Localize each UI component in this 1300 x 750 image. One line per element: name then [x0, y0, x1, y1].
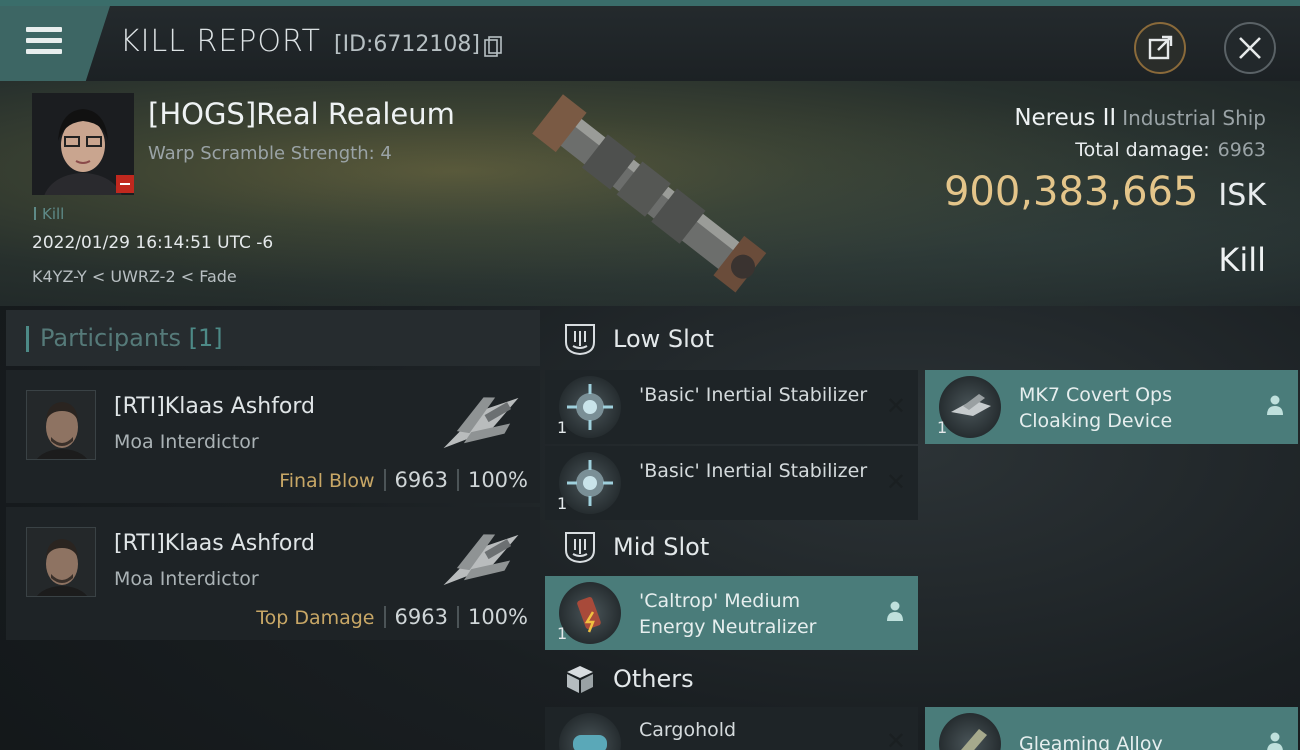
module-name: MK7 Covert Ops Cloaking Device — [1019, 384, 1173, 432]
destroyed-icon: ✕ — [885, 468, 906, 496]
kill-result: Kill — [1218, 241, 1266, 279]
final-blow-label: Final Blow — [279, 470, 375, 492]
header-bar: KILL REPORT [ID:6712108] — [0, 6, 1300, 81]
module-name: 'Basic' Inertial Stabilizer — [639, 460, 868, 482]
energy-neutralizer-icon — [559, 582, 621, 644]
dropped-person-icon — [1267, 732, 1283, 750]
isk-amount: 900,383,665 — [943, 169, 1199, 215]
close-button[interactable] — [1224, 22, 1276, 74]
participant-stats: Final Blow 6963 100% — [279, 468, 528, 492]
cargo-box-icon — [567, 666, 593, 693]
divider — [456, 606, 459, 628]
low-slot-title: Low Slot — [613, 325, 714, 353]
header-accent-bar — [26, 326, 29, 352]
menu-icon-line — [26, 38, 62, 43]
killmail-badge-icon — [116, 175, 134, 193]
participant-stats: Top Damage 6963 100% — [256, 605, 528, 629]
ship-name: Nereus II — [1014, 105, 1117, 131]
participant-ship: Moa Interdictor — [114, 431, 259, 453]
share-button[interactable] — [1134, 22, 1186, 74]
participant-card[interactable]: [RTI]Klaas Ashford Moa Interdictor Final… — [6, 370, 540, 503]
participant-ship: Moa Interdictor — [114, 568, 259, 590]
menu-button[interactable] — [0, 6, 110, 81]
inertial-stabilizer-icon — [559, 376, 621, 438]
victim-ship-image — [532, 94, 767, 293]
total-damage: Total damage: 6963 — [1075, 139, 1266, 161]
page-title: KILL REPORT — [120, 24, 321, 59]
module-item[interactable]: 1 MK7 Covert Ops Cloaking Device — [925, 370, 1298, 444]
isk-value: 900,383,665 ISK — [944, 169, 1266, 215]
participant-damage: 6963 — [394, 468, 448, 492]
cloaking-device-icon — [939, 376, 1001, 438]
inertial-stabilizer-icon — [559, 452, 621, 514]
participant-card[interactable]: [RTI]Klaas Ashford Moa Interdictor Top D… — [6, 507, 540, 640]
divider — [456, 469, 459, 491]
destroyed-icon: ✕ — [885, 392, 906, 420]
module-item[interactable]: Gleaming Alloy — [925, 707, 1298, 750]
isk-unit: ISK — [1218, 178, 1266, 213]
mid-slot-title: Mid Slot — [613, 533, 710, 561]
module-name: Cargohold — [639, 719, 737, 741]
participant-name: [RTI]Klaas Ashford — [114, 531, 316, 556]
participants-header[interactable]: Participants [1] — [6, 310, 540, 366]
fitting-panel: Low Slot 1 'Basic' Inertial Stabilizer ✕… — [545, 310, 1300, 750]
external-link-icon — [1148, 35, 1173, 60]
menu-icon — [26, 27, 62, 32]
participant-avatar — [26, 390, 96, 460]
dropped-person-icon — [1267, 395, 1283, 415]
menu-icon-line — [26, 49, 62, 54]
total-damage-value: 6963 — [1217, 139, 1266, 161]
total-damage-label: Total damage: — [1075, 139, 1210, 161]
module-name: 'Caltrop' Medium Energy Neutralizer — [639, 590, 817, 638]
others-title: Others — [613, 665, 694, 693]
participant-ship-image — [443, 397, 519, 449]
participant-avatar — [26, 527, 96, 597]
participant-damage: 6963 — [394, 605, 448, 629]
kill-id: [ID:6712108] — [334, 32, 480, 57]
module-quantity: 1 — [557, 418, 568, 437]
close-icon — [1239, 37, 1261, 59]
divider — [383, 469, 386, 491]
ship-class: Industrial Ship — [1122, 106, 1266, 130]
kill-location[interactable]: K4YZ-Y < UWRZ-2 < Fade — [32, 267, 237, 286]
kill-type-tag: Kill — [34, 205, 64, 223]
module-item[interactable]: 1 'Basic' Inertial Stabilizer ✕ — [545, 370, 918, 444]
participants-title: Participants [1] — [40, 324, 223, 352]
mid-slot-header: Mid Slot — [545, 518, 1300, 576]
mid-slot-icon — [565, 532, 595, 564]
low-slot-icon — [565, 324, 595, 356]
gleaming-alloy-icon — [939, 713, 1001, 750]
module-quantity: 1 — [937, 418, 948, 437]
participant-name: [RTI]Klaas Ashford — [114, 394, 316, 419]
destroyed-icon: ✕ — [885, 727, 906, 750]
participant-ship-image — [443, 534, 519, 586]
kill-datetime: 2022/01/29 16:14:51 UTC -6 — [32, 233, 274, 253]
participants-label: Participants — [40, 324, 181, 352]
victim-name[interactable]: [HOGS]Real Realeum — [148, 97, 455, 131]
participant-percent: 100% — [467, 468, 528, 492]
module-quantity: 1 — [557, 624, 568, 643]
module-name: Gleaming Alloy — [1019, 733, 1163, 750]
participants-panel: Participants [1] [RTI]Klaas Ashford Moa … — [6, 310, 540, 750]
top-damage-label: Top Damage — [256, 607, 375, 629]
cargohold-icon — [559, 713, 621, 750]
participant-percent: 100% — [467, 605, 528, 629]
victim-summary: [HOGS]Real Realeum Warp Scramble Strengt… — [0, 81, 1300, 306]
module-name: 'Basic' Inertial Stabilizer — [639, 384, 868, 406]
others-header: Others — [545, 650, 1300, 708]
copy-icon[interactable] — [484, 36, 502, 58]
victim-ship[interactable]: Nereus II Industrial Ship — [1014, 105, 1266, 131]
low-slot-header: Low Slot — [545, 310, 1300, 368]
warp-scramble-strength: Warp Scramble Strength: 4 — [148, 143, 392, 164]
module-item[interactable]: Cargohold ✕ — [545, 707, 918, 750]
participants-count: [1] — [188, 324, 223, 352]
module-quantity: 1 — [557, 494, 568, 513]
divider — [383, 606, 386, 628]
dropped-person-icon — [887, 601, 903, 621]
module-item[interactable]: 1 'Caltrop' Medium Energy Neutralizer — [545, 576, 918, 650]
module-item[interactable]: 1 'Basic' Inertial Stabilizer ✕ — [545, 446, 918, 520]
